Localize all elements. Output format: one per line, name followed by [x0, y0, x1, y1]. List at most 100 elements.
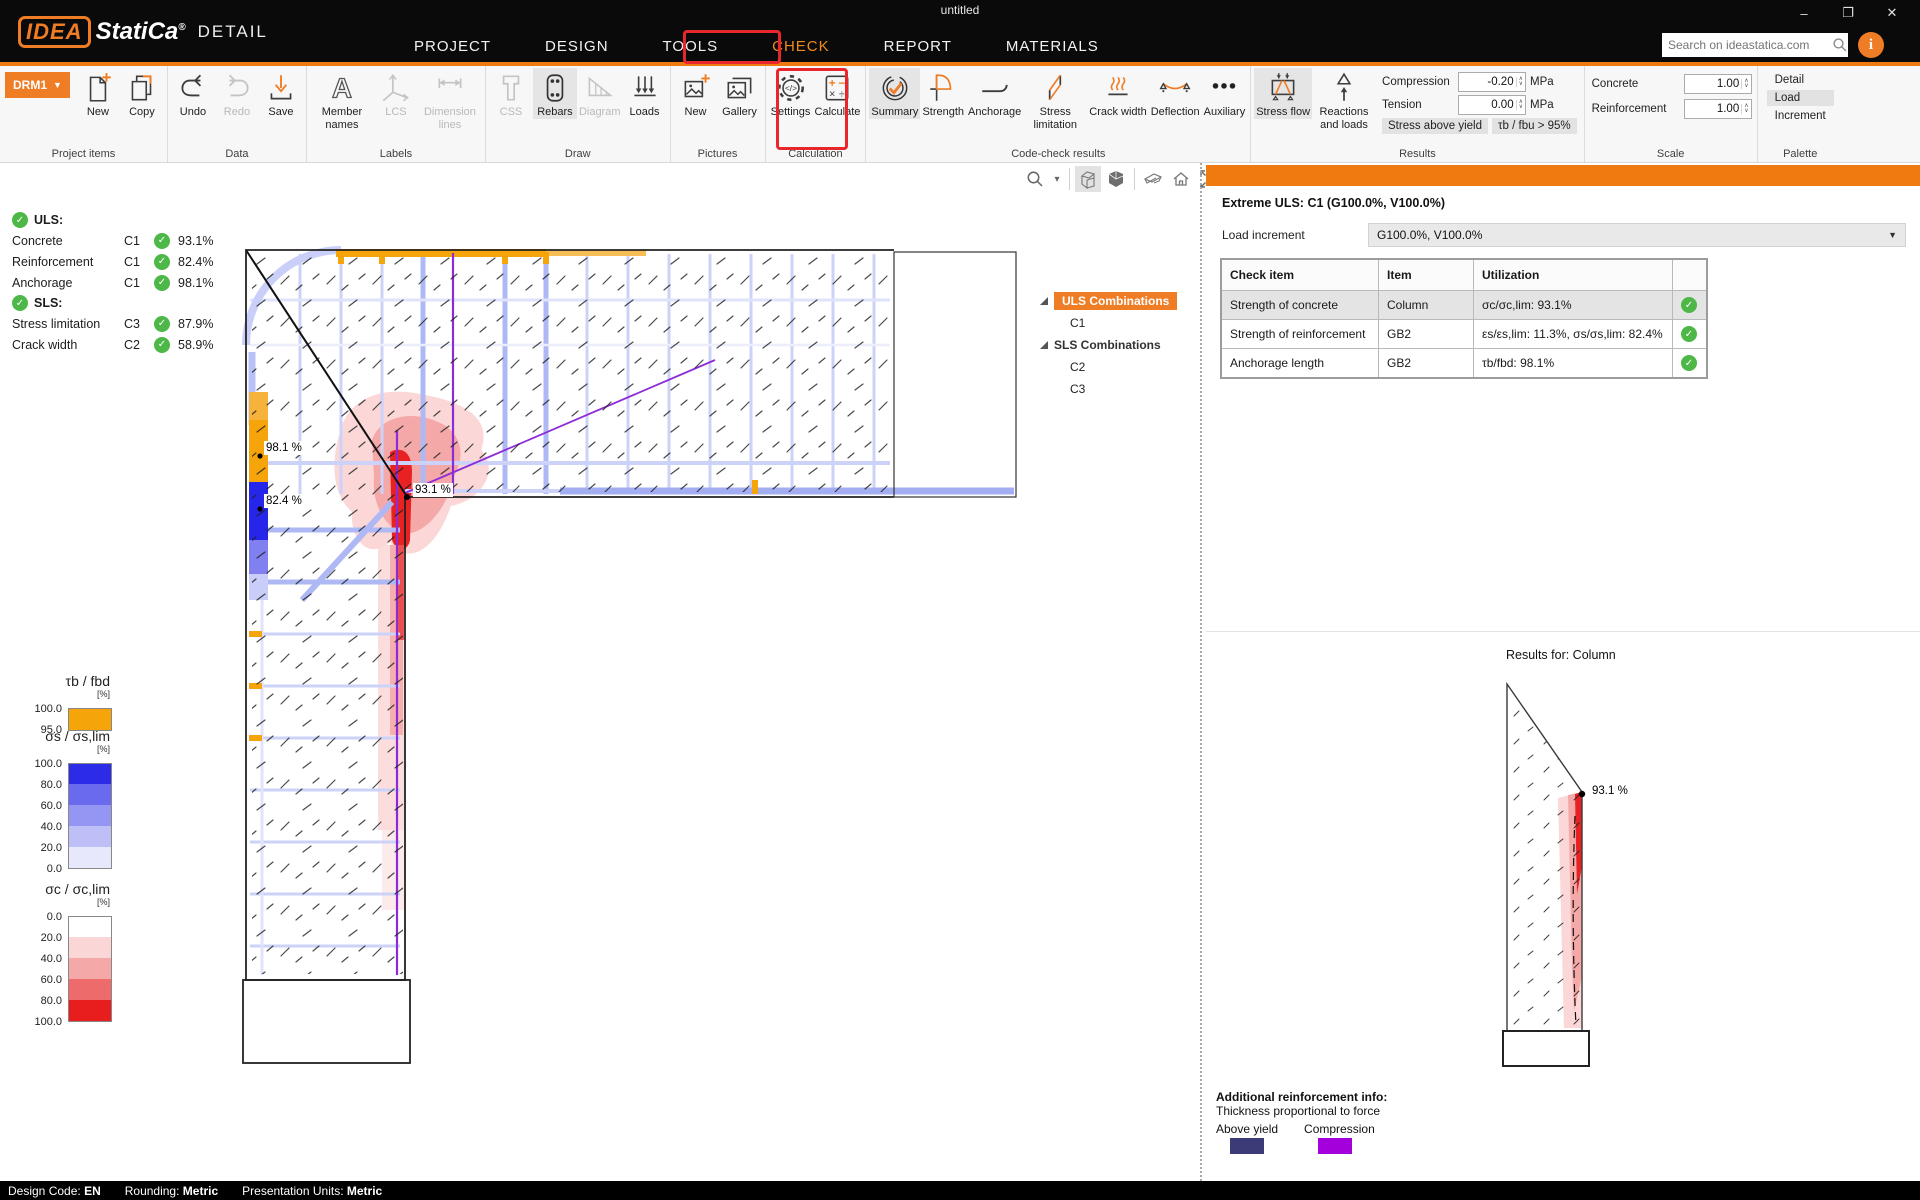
settings-button[interactable]: </> Settings	[769, 68, 813, 119]
concrete-utilization-label: 93.1 %	[413, 483, 453, 497]
additional-info-title: Additional reinforcement info:	[1216, 1090, 1387, 1104]
new-project-item-button[interactable]: New	[76, 68, 120, 119]
summary-button[interactable]: Summary	[869, 68, 920, 119]
ribbon-group-labels: A Member names LCS Dimensio	[307, 66, 486, 162]
expander-icon[interactable]	[1040, 297, 1048, 305]
tree-item-uls-combinations[interactable]: ULS Combinations	[1040, 290, 1196, 312]
css-button[interactable]: CSS	[489, 68, 533, 119]
new-picture-button[interactable]: New	[674, 68, 718, 119]
window-title: untitled	[0, 3, 1920, 17]
palette-increment-button[interactable]: Increment	[1767, 108, 1834, 124]
stepper-arrows-icon[interactable]: ∧∨	[1741, 104, 1750, 114]
close-icon[interactable]: ✕	[1870, 0, 1914, 26]
tb-fbu-button[interactable]: τb / fbu > 95%	[1492, 118, 1577, 134]
tab-tools[interactable]: TOOLS	[657, 36, 725, 57]
above-yield-label: Above yield	[1216, 1122, 1278, 1136]
crack-width-button[interactable]: Crack width	[1087, 68, 1148, 119]
tab-report[interactable]: REPORT	[878, 36, 958, 57]
stress-flow-button[interactable]: Stress flow	[1254, 68, 1312, 119]
member-names-button[interactable]: A Member names	[310, 68, 374, 131]
table-row[interactable]: Anchorage length GB2 τb/fbd: 98.1%	[1221, 349, 1707, 379]
restore-icon[interactable]: ❐	[1826, 0, 1870, 26]
tree-item-c3[interactable]: C3	[1040, 378, 1196, 400]
table-row[interactable]: Strength of concrete Column σc/σc,lim: 9…	[1221, 291, 1707, 320]
reinforcement-utilization-label: 82.4 %	[264, 494, 304, 508]
ribbon-group-pictures: New Gallery Pictures	[671, 66, 766, 162]
ribbon-group-data: Undo Redo Save	[168, 66, 307, 162]
load-increment-label: Load increment	[1222, 228, 1368, 242]
project-item-dropdown[interactable]: DRM1▼	[5, 72, 70, 98]
strength-button[interactable]: Strength	[920, 68, 966, 119]
gallery-button[interactable]: Gallery	[718, 68, 762, 119]
lcs-button[interactable]: LCS	[374, 68, 418, 119]
stress-limitation-button[interactable]: Stress limitation	[1023, 68, 1087, 131]
load-increment-dropdown[interactable]: G100.0%, V100.0% ▼	[1368, 223, 1906, 247]
lcs-axes-icon	[379, 71, 413, 105]
crack-width-icon	[1101, 71, 1135, 105]
tree-item-c1[interactable]: C1	[1040, 312, 1196, 334]
deflection-button[interactable]: Deflection	[1149, 68, 1202, 119]
check-results-table: Check item Item Utilization Strength of …	[1220, 258, 1708, 379]
tab-project[interactable]: PROJECT	[408, 36, 497, 57]
minimize-icon[interactable]: –	[1782, 0, 1826, 26]
additional-info: Additional reinforcement info: Thickness…	[1216, 1090, 1387, 1154]
tree-item-sls-combinations[interactable]: SLS Combinations	[1040, 334, 1196, 356]
dimension-lines-button[interactable]: Dimension lines	[418, 68, 482, 131]
compression-label: Compression	[1304, 1122, 1375, 1136]
group-caption: Calculation	[769, 147, 863, 162]
loads-icon	[628, 71, 662, 105]
diagram-button[interactable]: Diagram	[577, 68, 623, 119]
palette-detail-button[interactable]: Detail	[1767, 72, 1834, 88]
table-row[interactable]: Strength of reinforcement GB2 εs/εs,lim:…	[1221, 320, 1707, 349]
auxiliary-button[interactable]: Auxiliary	[1202, 68, 1248, 119]
tab-design[interactable]: DESIGN	[539, 36, 615, 57]
stress-flow-icon	[1266, 71, 1300, 105]
titlebar: untitled – ❐ ✕ IDEA StatiCa® DETAIL PROJ…	[0, 0, 1920, 62]
save-button[interactable]: Save	[259, 68, 303, 119]
reactions-and-loads-button[interactable]: Reactions and loads	[1312, 68, 1376, 131]
compression-unit: MPa	[1530, 76, 1554, 88]
ribbon: DRM1▼ New Copy	[0, 66, 1920, 163]
panel-accent-bar	[1206, 165, 1920, 186]
group-caption: Pictures	[674, 147, 762, 162]
tree-item-c2[interactable]: C2	[1040, 356, 1196, 378]
member-names-icon: A	[325, 71, 359, 105]
svg-text:÷: ÷	[839, 89, 845, 101]
reinforcement-scale-stepper[interactable]: 1.00 ∧∨	[1684, 99, 1752, 119]
save-icon	[264, 71, 298, 105]
info-icon[interactable]: i	[1858, 32, 1884, 58]
svg-text:×: ×	[830, 89, 836, 101]
rebars-button[interactable]: Rebars	[533, 68, 577, 119]
group-caption: Labels	[310, 147, 482, 162]
statica-logo: StatiCa	[96, 18, 179, 45]
search-input[interactable]	[1662, 38, 1832, 52]
palette-load-button[interactable]: Load	[1767, 90, 1834, 106]
copy-button[interactable]: Copy	[120, 68, 164, 119]
compression-label: Compression	[1382, 76, 1454, 88]
col-check-item: Check item	[1221, 259, 1379, 291]
additional-info-sub: Thickness proportional to force	[1216, 1104, 1387, 1118]
search-icon[interactable]	[1832, 37, 1848, 53]
concrete-scale-stepper[interactable]: 1.00 ∧∨	[1684, 74, 1752, 94]
tab-check[interactable]: CHECK	[766, 36, 836, 57]
calculate-button[interactable]: + − × ÷ Calculate	[813, 68, 863, 119]
group-caption: Draw	[489, 147, 667, 162]
stepper-arrows-icon[interactable]: ∧∨	[1741, 79, 1750, 89]
rebars-icon	[538, 71, 572, 105]
compression-stepper[interactable]: -0.20 ∧∨	[1458, 72, 1526, 92]
stepper-arrows-icon[interactable]: ∧∨	[1516, 100, 1525, 110]
dropdown-arrow-icon: ▼	[1888, 230, 1905, 240]
status-bar: Design Code: EN Rounding: Metric Present…	[0, 1181, 1920, 1200]
col-item: Item	[1379, 259, 1474, 291]
redo-button[interactable]: Redo	[215, 68, 259, 119]
expander-icon[interactable]	[1040, 341, 1048, 349]
anchorage-utilization-label: 98.1 %	[264, 441, 304, 455]
stepper-arrows-icon[interactable]: ∧∨	[1516, 77, 1525, 87]
undo-button[interactable]: Undo	[171, 68, 215, 119]
loads-button[interactable]: Loads	[623, 68, 667, 119]
tab-materials[interactable]: MATERIALS	[1000, 36, 1105, 57]
stress-above-yield-button[interactable]: Stress above yield	[1382, 118, 1488, 134]
model-canvas[interactable]: ▾ ULS:	[0, 163, 1199, 1181]
tension-stepper[interactable]: 0.00 ∧∨	[1458, 95, 1526, 115]
anchorage-button[interactable]: Anchorage	[966, 68, 1023, 119]
